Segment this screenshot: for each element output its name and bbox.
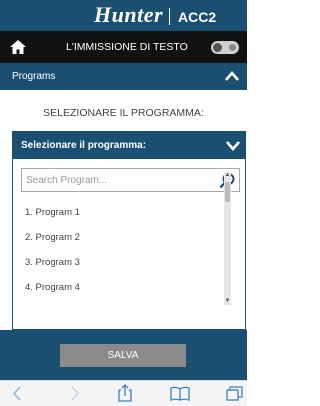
programs-section-title: Programs	[12, 71, 56, 82]
forward-icon[interactable]	[70, 386, 80, 401]
page-title: L'IMMISSIONE DI TESTO	[66, 41, 188, 53]
share-icon[interactable]	[118, 384, 132, 402]
brand-header: Hunter ACC2	[0, 0, 247, 31]
program-selector-panel: Selezionare il programma: Search Program…	[12, 131, 246, 330]
home-icon[interactable]	[9, 39, 27, 55]
nav-bar: L'IMMISSIONE DI TESTO	[0, 31, 247, 63]
chevron-down-icon	[226, 141, 240, 151]
save-button[interactable]: SALVA	[60, 344, 186, 367]
toggle-knob	[213, 43, 222, 52]
tabs-icon[interactable]	[226, 386, 243, 401]
logo-divider	[169, 8, 170, 25]
list-scrollbar[interactable]: ▲ ▼	[224, 172, 231, 305]
program-selector-header[interactable]: Selezionare il programma:	[13, 132, 245, 159]
program-list: 1. Program 1 2. Program 2 3. Program 3 4…	[21, 198, 240, 324]
toggle-switch[interactable]	[211, 41, 239, 54]
list-item[interactable]: 4. Program 4	[25, 282, 80, 293]
list-item[interactable]: 2. Program 2	[25, 232, 80, 243]
list-item[interactable]: 1. Program 1	[25, 207, 80, 218]
programs-section-header[interactable]: Programs	[0, 63, 247, 90]
footer-bar: SALVA	[0, 330, 247, 380]
toggle-indicator	[229, 44, 236, 51]
bookmarks-icon[interactable]	[170, 386, 190, 401]
scroll-down-arrow[interactable]: ▼	[224, 298, 231, 305]
chevron-up-icon	[225, 71, 239, 81]
select-program-question: SELEZIONARE IL PROGRAMMA:	[43, 107, 204, 119]
back-icon[interactable]	[12, 386, 22, 401]
scrollbar-thumb[interactable]	[225, 182, 230, 202]
search-input[interactable]: Search Program...	[21, 168, 240, 192]
search-placeholder: Search Program...	[26, 175, 108, 186]
model-name: ACC2	[178, 9, 217, 25]
hunter-logo: Hunter	[94, 2, 164, 27]
program-selector-title: Selezionare il programma:	[21, 140, 147, 151]
list-item[interactable]: 3. Program 3	[25, 257, 80, 268]
scroll-up-arrow[interactable]: ▲	[224, 172, 231, 179]
browser-toolbar	[0, 380, 247, 406]
